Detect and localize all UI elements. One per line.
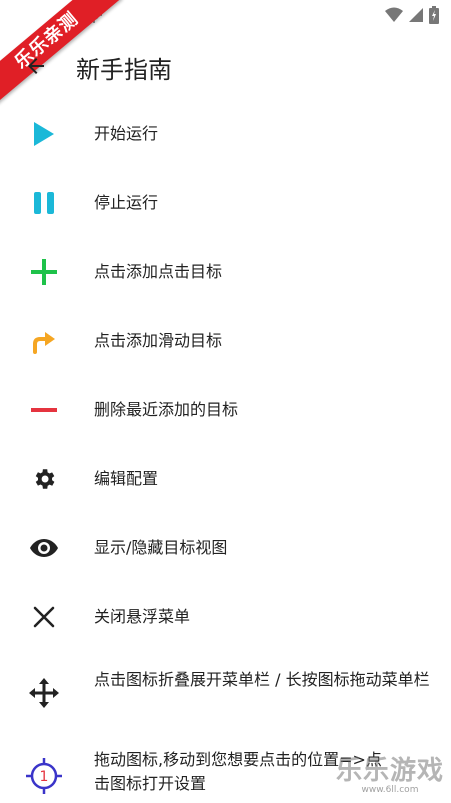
play-icon — [28, 118, 60, 150]
move-icon — [28, 677, 60, 709]
item-label: 显示/隐藏目标视图 — [94, 538, 228, 557]
item-label: 点击图标折叠展开菜单栏 / 长按图标拖动菜单栏 — [94, 670, 430, 689]
list-item: 点击图标折叠展开菜单栏 / 长按图标拖动菜单栏 — [0, 668, 451, 720]
target-badge-number: 1 — [40, 769, 49, 785]
item-label: 点击添加点击目标 — [94, 262, 223, 281]
watermark-logo: 乐乐游戏 www.6ll.com — [335, 757, 445, 799]
eye-icon — [28, 532, 60, 564]
watermark-text: 乐乐游戏 — [335, 756, 444, 786]
battery-icon — [429, 6, 439, 28]
list-item: 编辑配置 — [0, 463, 451, 495]
list-item: 停止运行 — [0, 187, 451, 219]
back-arrow-icon[interactable] — [24, 54, 48, 82]
app-bar: 新手指南 — [0, 34, 451, 98]
wifi-icon — [385, 7, 403, 27]
list-item: 显示/隐藏目标视图 — [0, 532, 451, 564]
plus-icon — [28, 256, 60, 288]
item-label: 删除最近添加的目标 — [94, 400, 239, 419]
signal-icon — [409, 7, 423, 27]
list-item: 关闭悬浮菜单 — [0, 601, 451, 633]
list-item: 点击添加滑动目标 — [0, 325, 451, 357]
minus-icon — [28, 394, 60, 426]
item-label: 关闭悬浮菜单 — [94, 607, 191, 626]
pause-icon — [28, 187, 60, 219]
item-label: 开始运行 — [94, 124, 159, 143]
gear-icon — [28, 463, 60, 495]
close-icon — [28, 601, 60, 633]
target-icon: 1 — [26, 758, 62, 794]
page-title: 新手指南 — [76, 56, 172, 84]
swipe-arrow-icon — [28, 325, 60, 357]
watermark-url: www.6ll.com — [361, 785, 419, 795]
list-item: 删除最近添加的目标 — [0, 394, 451, 426]
list-item: 开始运行 — [0, 118, 451, 150]
item-label: 停止运行 — [94, 193, 159, 212]
list-item: 点击添加点击目标 — [0, 256, 451, 288]
item-label: 编辑配置 — [94, 469, 159, 488]
item-label: 点击添加滑动目标 — [94, 331, 223, 350]
